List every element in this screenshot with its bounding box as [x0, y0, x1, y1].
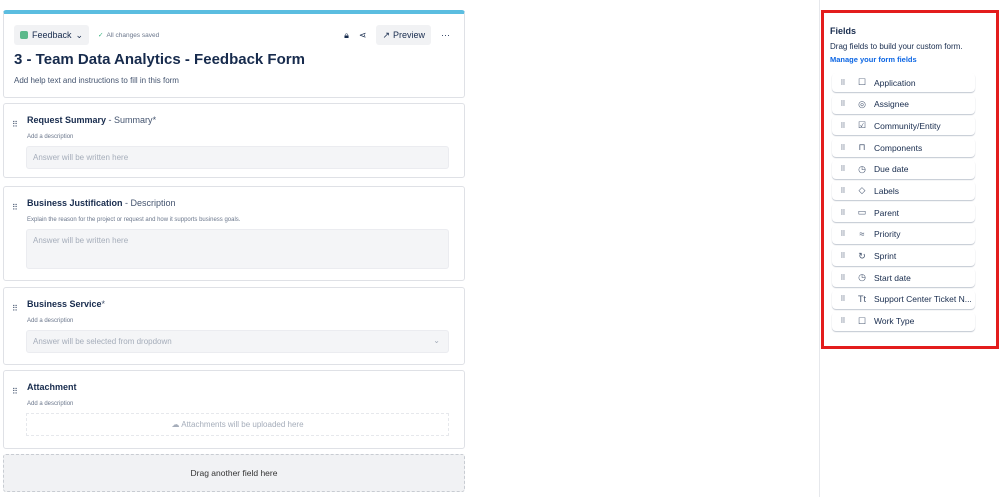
field-type-icon: ◷ [858, 163, 866, 174]
field-item-labels[interactable]: ⠿ ◇ Labels [832, 181, 975, 200]
field-type-icon: ◎ [858, 98, 866, 109]
field-item-components[interactable]: ⠿ ⊓ Components [832, 138, 975, 157]
drag-handle-icon[interactable]: ⠿ [832, 187, 854, 195]
field-list: ⠿ ☐ Application ⠿ ◎ Assignee ⠿ ☑ Community/Entit… [832, 73, 975, 333]
drag-handle-icon[interactable]: ⠿ [12, 203, 18, 212]
panel-title: Fields [830, 26, 857, 36]
drop-zone[interactable]: Drag another field here [3, 454, 465, 492]
panel-description: Drag fields to build your custom form. [830, 42, 963, 51]
field-type-icon: ◷ [858, 272, 866, 283]
drag-handle-icon[interactable]: ⠿ [832, 252, 854, 260]
field-item-label: Sprint [874, 251, 897, 261]
form-help-text[interactable]: Add help text and instructions to fill i… [14, 76, 179, 85]
field-description[interactable]: Add a description [27, 318, 73, 324]
more-button[interactable]: ··· [441, 30, 450, 40]
field-card-attachment[interactable]: ⠿ Attachment Add a description ☁ Attachm… [3, 370, 465, 449]
drag-handle-icon[interactable]: ⠿ [832, 317, 854, 325]
field-item-work-type[interactable]: ⠿ ☐ Work Type [832, 312, 975, 331]
field-item-support-center-ticket-n[interactable]: ⠿ Tt Support Center Ticket N... [832, 290, 975, 309]
answer-textarea: Answer will be written here [26, 229, 449, 269]
drag-handle-icon[interactable]: ⠿ [12, 120, 18, 129]
field-type-icon: ☑ [857, 120, 867, 131]
field-item-priority[interactable]: ⠿ ≈ Priority [832, 225, 975, 244]
field-label: Attachment [27, 382, 77, 392]
preview-label: Preview [392, 30, 425, 40]
field-item-label: Components [874, 142, 923, 153]
drag-handle-icon[interactable]: ⠿ [832, 122, 854, 130]
answer-select: Answer will be selected from dropdown ⌄ [26, 330, 449, 353]
field-item-label: Application [874, 77, 916, 88]
field-type-icon: ⊓ [858, 142, 866, 153]
drag-handle-icon[interactable]: ⠿ [832, 165, 854, 173]
field-card-business-justification[interactable]: ⠿ Business Justification - Description E… [3, 186, 465, 281]
field-item-assignee[interactable]: ⠿ ◎ Assignee [832, 95, 975, 114]
field-label: Request Summary - Summary* [27, 115, 157, 125]
attachment-upload-area: ☁ Attachments will be uploaded here [26, 413, 449, 436]
field-type-icon: Tt [858, 294, 866, 305]
field-type-icon: ◇ [858, 185, 866, 196]
field-item-label: Priority [874, 229, 901, 240]
chevron-down-icon: ⌄ [433, 336, 440, 345]
field-card-request-summary[interactable]: ⠿ Request Summary - Summary* Add a descr… [3, 103, 465, 178]
drag-handle-icon[interactable]: ⠿ [12, 387, 18, 396]
field-item-label: Community/Entity [874, 120, 941, 131]
save-status: ✓ All changes saved [98, 31, 159, 39]
drag-handle-icon[interactable]: ⠿ [832, 274, 854, 282]
field-item-label: Support Center Ticket N... [874, 294, 972, 305]
field-type-icon: ☐ [857, 77, 867, 87]
field-item-start-date[interactable]: ⠿ ◷ Start date [832, 268, 975, 287]
external-link-icon: ↗ [382, 29, 390, 40]
field-description[interactable]: Add a description [27, 401, 73, 407]
field-label: Business Justification - Description [27, 198, 176, 208]
manage-fields-link[interactable]: Manage your form fields [830, 55, 917, 64]
field-item-due-date[interactable]: ⠿ ◷ Due date [832, 160, 975, 179]
field-type-icon: ≈ [859, 229, 865, 240]
drag-handle-icon[interactable]: ⠿ [832, 295, 854, 303]
field-item-community-entity[interactable]: ⠿ ☑ Community/Entity [832, 116, 975, 135]
drag-handle-icon[interactable]: ⠿ [832, 100, 854, 108]
field-description[interactable]: Add a description [27, 134, 73, 140]
answer-input: Answer will be written here [26, 146, 449, 169]
form-header: Feedback ⌄ ✓ All changes saved 🔒︎ ⋖ ↗ Previ… [3, 10, 465, 98]
field-card-business-service[interactable]: ⠿ Business Service* Add a description An… [3, 287, 465, 365]
drag-handle-icon[interactable]: ⠿ [832, 209, 854, 217]
cloud-upload-icon: ☁ [171, 420, 180, 429]
field-item-label: Labels [874, 185, 900, 196]
field-item-parent[interactable]: ⠿ ▭ Parent [832, 203, 975, 222]
form-type-label: Feedback [32, 30, 72, 40]
field-item-label: Assignee [874, 99, 909, 110]
drag-handle-icon[interactable]: ⠿ [832, 144, 854, 152]
field-type-icon: ▭ [857, 207, 867, 218]
preview-button[interactable]: ↗ Preview [376, 25, 431, 45]
field-description[interactable]: Explain the reason for the project or re… [27, 217, 240, 223]
field-item-application[interactable]: ⠿ ☐ Application [832, 73, 975, 92]
drag-handle-icon[interactable]: ⠿ [12, 304, 18, 313]
drag-handle-icon[interactable]: ⠿ [832, 230, 854, 238]
field-type-icon: ↻ [858, 250, 866, 261]
feedback-icon [20, 31, 28, 39]
form-title[interactable]: 3 - Team Data Analytics - Feedback Form [14, 51, 305, 68]
field-item-label: Parent [874, 207, 900, 218]
field-item-label: Due date [874, 164, 909, 175]
share-icon[interactable]: ⋖ [359, 30, 367, 41]
save-status-text: All changes saved [106, 32, 160, 39]
lock-icon[interactable]: 🔒︎ [344, 30, 349, 41]
field-item-label: Work Type [874, 316, 915, 327]
field-item-sprint[interactable]: ⠿ ↻ Sprint [832, 247, 975, 266]
field-item-label: Start date [874, 272, 911, 283]
chevron-down-icon: ⌄ [75, 29, 84, 40]
drag-handle-icon[interactable]: ⠿ [832, 79, 854, 87]
form-type-dropdown[interactable]: Feedback ⌄ [14, 25, 89, 45]
field-type-icon: ☐ [857, 315, 867, 326]
check-icon: ✓ [98, 32, 104, 39]
field-label: Business Service* [27, 299, 106, 309]
